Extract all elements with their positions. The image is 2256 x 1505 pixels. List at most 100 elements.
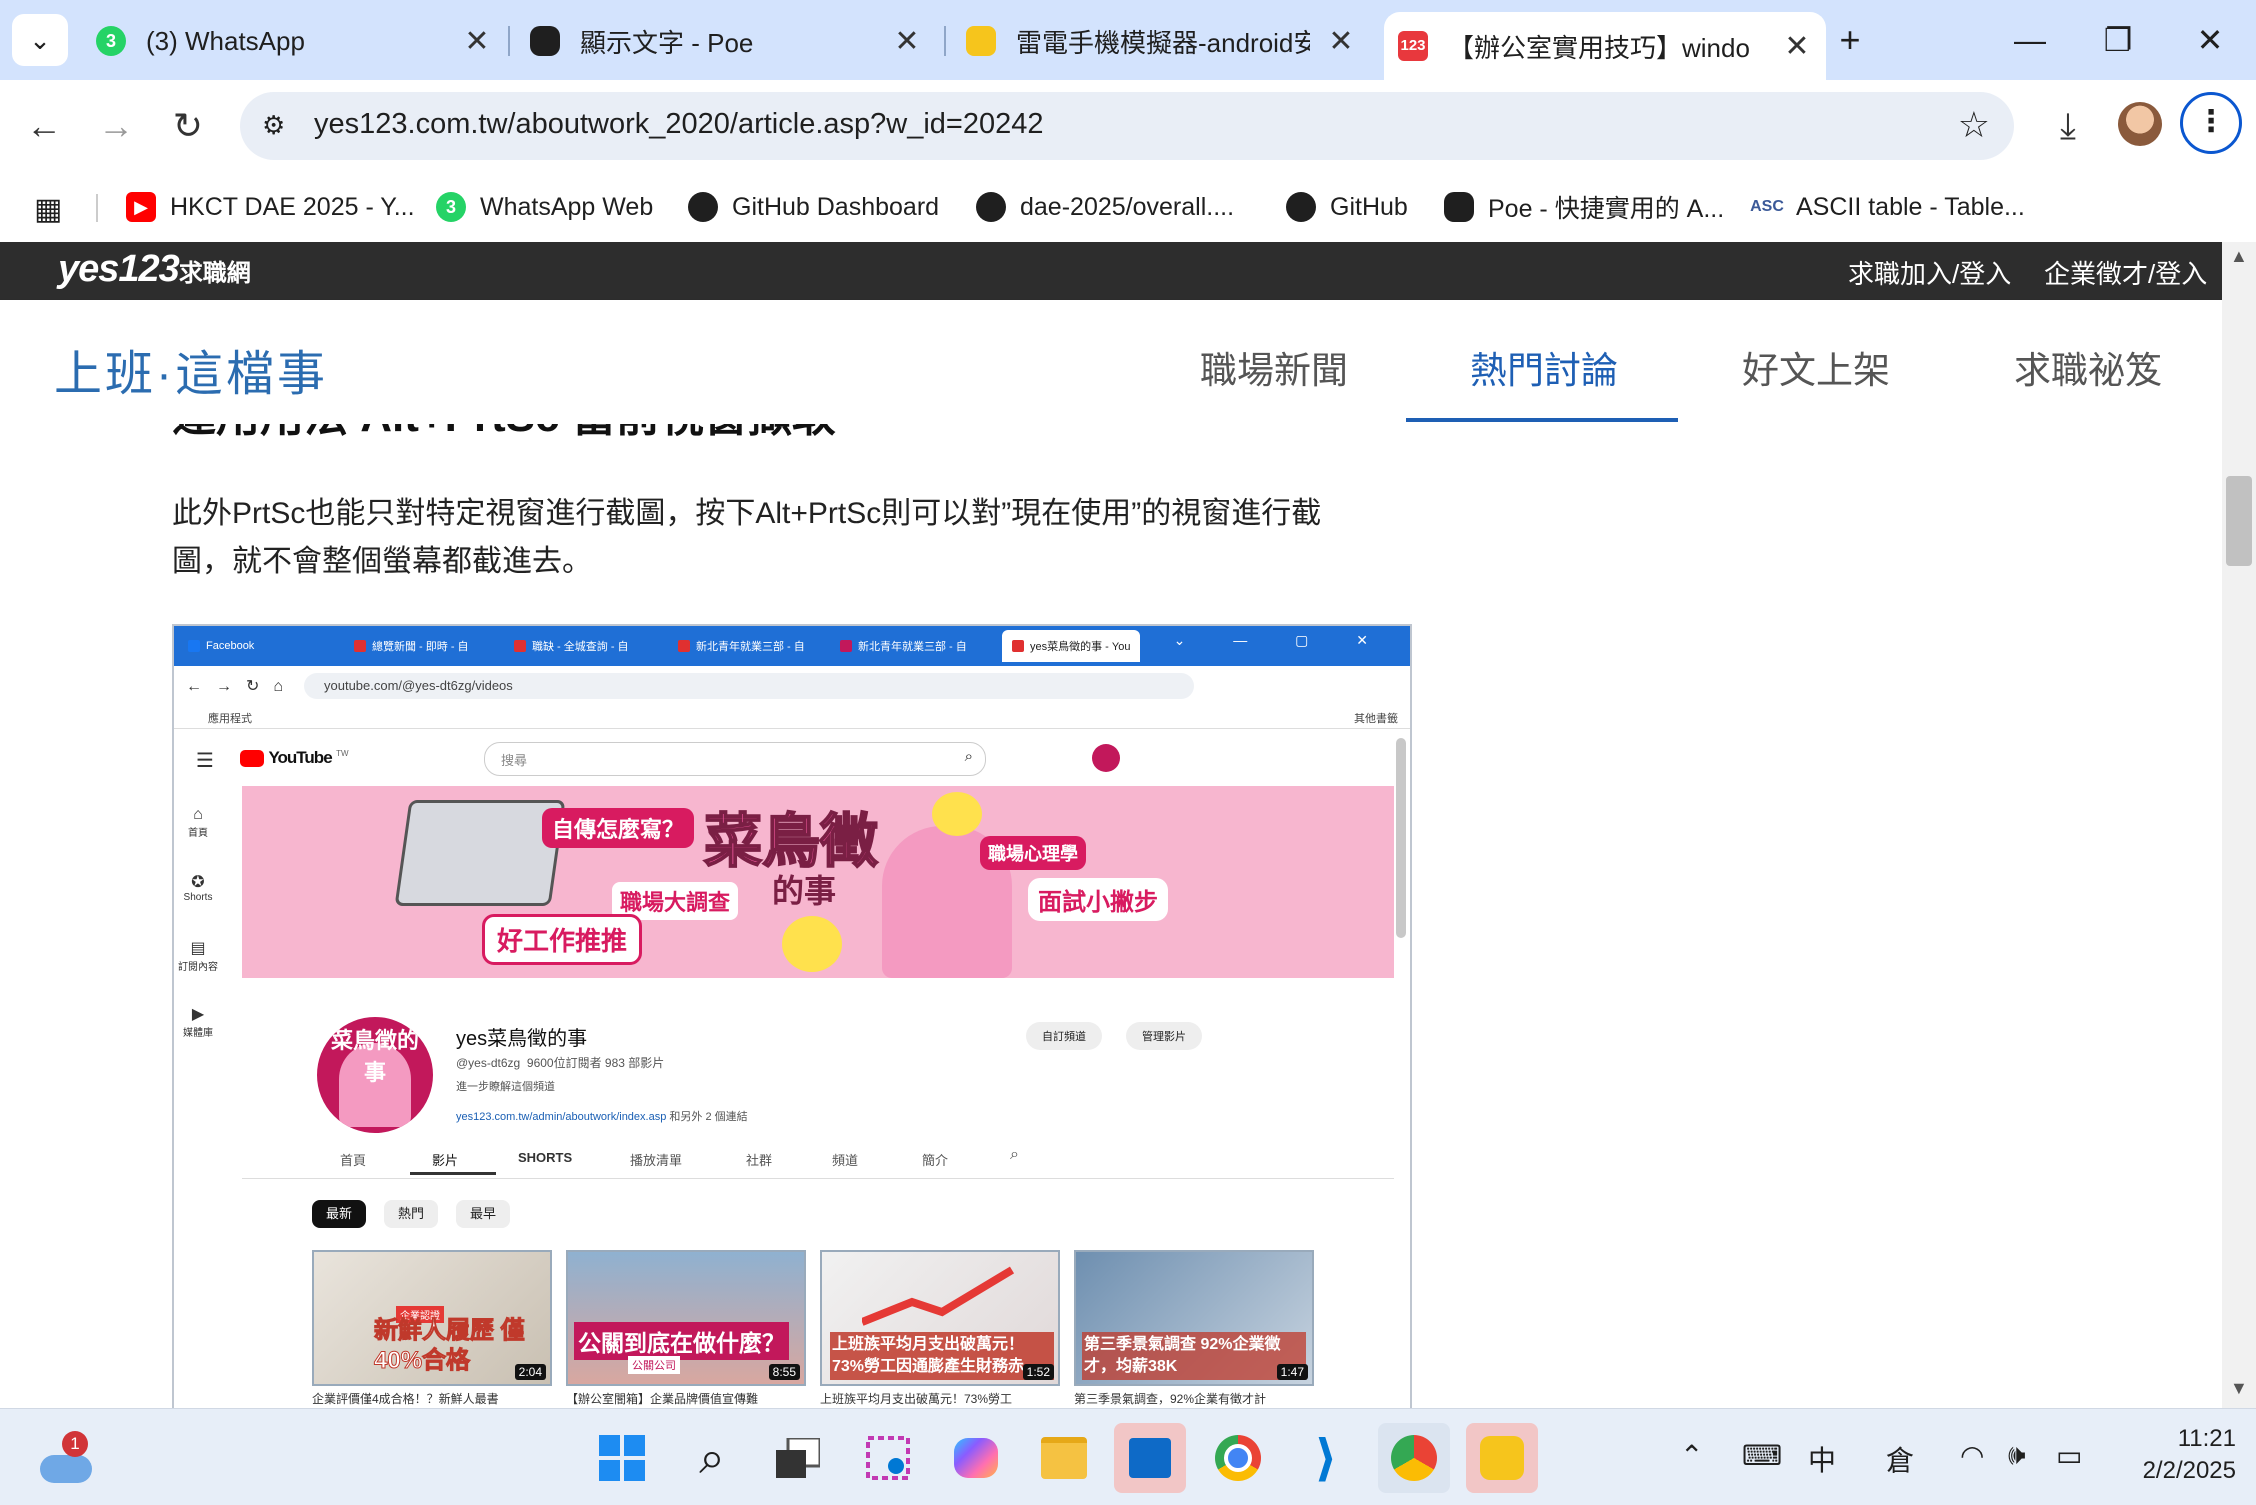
chrome-profile-icon	[1391, 1435, 1437, 1481]
ldplayer-icon	[966, 26, 996, 56]
vscode-icon: ⟩	[1314, 1430, 1338, 1486]
video-thumbnail: 第三季景氣調查 92%企業徵才，均薪38K 1:47	[1074, 1250, 1314, 1386]
site-nav: 上班·這檔事 職場新聞 熱門討論 好文上架 求職祕笈	[0, 300, 2222, 425]
copilot-icon	[954, 1438, 998, 1478]
show-hidden-icons[interactable]: ⌃	[1680, 1439, 1703, 1472]
whatsapp-icon: 3	[436, 192, 466, 222]
bookmarks-bar: ▦ ▶ HKCT DAE 2025 - Y... 3 WhatsApp Web …	[0, 172, 2256, 242]
chip-oldest: 最早	[456, 1200, 511, 1228]
nav-workplace-news[interactable]: 職場新聞	[1200, 340, 1348, 394]
menu-button[interactable]: ⋮	[2180, 92, 2242, 154]
screenshot-tabstrip: Facebook 總覽新聞 - 即時 - 自 職缺 - 全城查詢 - 自 新北青…	[174, 626, 1410, 666]
apps-grid-icon[interactable]: ▦	[34, 192, 62, 227]
site-logo[interactable]: yes123求職網	[58, 248, 251, 291]
channel-more: 進一步瞭解這個頻道	[456, 1081, 555, 1093]
ime-input-method[interactable]: 倉	[1886, 1439, 1914, 1479]
job-seeker-login-link[interactable]: 求職加入/登入	[1848, 254, 2011, 291]
screenshot-tab: 職缺 - 全城查詢 - 自	[514, 634, 629, 658]
video-caption: 【辦公室闇箱】企業品牌價值宣傳難	[566, 1392, 759, 1406]
bookmark-ascii[interactable]: ASC ASCII table - Table...	[1750, 184, 2025, 230]
download-icon[interactable]: ⤓	[2040, 98, 2096, 154]
close-icon[interactable]: ✕	[1326, 24, 1356, 59]
channel-avatar: 菜鳥徵的事	[314, 1014, 436, 1136]
tab-title: 雷電手機模擬器-android安	[1016, 27, 1310, 58]
volume-icon[interactable]: 🕪	[2008, 1439, 2026, 1472]
bookmark-hkct[interactable]: ▶ HKCT DAE 2025 - Y...	[126, 184, 415, 230]
bookmark-star-icon[interactable]: ☆	[1958, 104, 1990, 146]
snipping-tool-button[interactable]	[852, 1423, 924, 1493]
nav-good-articles[interactable]: 好文上架	[1742, 340, 1890, 394]
reload-button[interactable]: ↻	[160, 98, 216, 154]
store-icon	[1129, 1438, 1171, 1478]
tab-whatsapp[interactable]: 3 (3) WhatsApp ✕	[96, 12, 492, 70]
close-icon[interactable]: ✕	[462, 24, 492, 59]
new-tab-button[interactable]: +	[1826, 16, 1874, 64]
url-text[interactable]: yes123.com.tw/aboutwork_2020/article.asp…	[314, 108, 1044, 141]
address-bar[interactable]: ⚙ yes123.com.tw/aboutwork_2020/article.a…	[240, 92, 2014, 160]
bookmark-github-dashboard[interactable]: GitHub Dashboard	[688, 184, 939, 230]
site-settings-icon[interactable]: ⚙	[262, 110, 285, 141]
chrome-icon	[1215, 1435, 1261, 1481]
copilot-button[interactable]	[940, 1423, 1012, 1493]
search-button[interactable]: ⌕	[676, 1423, 748, 1493]
nav-hot-discussion[interactable]: 熱門討論	[1470, 340, 1618, 394]
scroll-up-arrow[interactable]: ▲	[2230, 246, 2248, 267]
employer-login-link[interactable]: 企業徵才/登入	[2044, 254, 2207, 291]
youtube-icon: ▶	[126, 192, 156, 222]
chrome-button[interactable]	[1202, 1423, 1274, 1493]
windows-logo-icon	[599, 1435, 645, 1481]
ldplayer-button[interactable]	[1466, 1423, 1538, 1493]
vscode-button[interactable]: ⟩	[1290, 1423, 1362, 1493]
chrome-profile-button[interactable]	[1378, 1423, 1450, 1493]
ime-mode[interactable]: 中	[1808, 1439, 1836, 1479]
section-heading: 運用用法 Alt+PrtSc 當前視窗擷取	[172, 424, 836, 444]
battery-icon[interactable]: ▭	[2056, 1439, 2082, 1472]
tab-search-button[interactable]: ⌄	[12, 14, 68, 66]
scroll-down-arrow[interactable]: ▼	[2230, 1378, 2248, 1399]
profile-avatar[interactable]	[2118, 102, 2162, 146]
tab-yes123[interactable]: 123 【辦公室實用技巧】windo ✕	[1384, 12, 1826, 80]
keyboard-icon[interactable]: ⌨	[1742, 1439, 1782, 1472]
bookmark-dae-2025[interactable]: dae-2025/overall....	[976, 184, 1234, 230]
brand-title[interactable]: 上班·這檔事	[54, 334, 328, 404]
youtube-search-box: 搜尋 ⌕	[484, 742, 986, 776]
clock[interactable]: 11:21 2/2/2025	[2116, 1423, 2236, 1487]
page-scrollbar[interactable]: ▲ ▼	[2222, 242, 2256, 1408]
tab-ldplayer[interactable]: 雷電手機模擬器-android安 ✕	[966, 12, 1356, 70]
video-thumbnail: 上班族平均月支出破萬元！ 73%勞工因通膨產生財務赤 1:52	[820, 1250, 1060, 1386]
restore-button[interactable]: ❐	[2088, 16, 2148, 64]
github-icon	[688, 192, 718, 222]
forward-button[interactable]: →	[88, 98, 144, 154]
bookmark-whatsapp[interactable]: 3 WhatsApp Web	[436, 184, 653, 230]
bookmark-poe[interactable]: Poe - 快捷實用的 A...	[1444, 184, 1724, 230]
scroll-thumb[interactable]	[2226, 476, 2252, 566]
store-button[interactable]	[1114, 1423, 1186, 1493]
video-thumbnail: 企業認證 新鮮人履歷 僅40%合格 2:04	[312, 1250, 552, 1386]
screenshot-tab: Facebook	[188, 634, 254, 658]
start-button[interactable]	[586, 1423, 658, 1493]
tab-poe[interactable]: 顯示文字 - Poe ✕	[530, 12, 922, 70]
channel-handle: @yes-dt6zg 9600位訂閱者 983 部影片	[456, 1056, 665, 1070]
close-icon[interactable]: ✕	[892, 24, 922, 59]
notification-badge: 1	[62, 1431, 88, 1457]
back-button[interactable]: ←	[16, 98, 72, 154]
yes123-icon: 123	[1398, 31, 1428, 61]
task-view-button[interactable]	[762, 1423, 834, 1493]
ldplayer-icon	[1480, 1436, 1524, 1480]
tab-title: (3) WhatsApp	[146, 25, 305, 56]
window-close-button[interactable]: ✕	[2180, 16, 2240, 64]
clock-date: 2/2/2025	[2142, 1457, 2236, 1484]
minimize-button[interactable]: —	[2000, 16, 2060, 64]
nav-job-tips[interactable]: 求職祕笈	[2014, 340, 2162, 394]
github-icon	[1286, 192, 1316, 222]
ascii-icon: ASC	[1750, 198, 1784, 215]
file-explorer-button[interactable]	[1028, 1423, 1100, 1493]
bookmark-github[interactable]: GitHub	[1286, 184, 1408, 230]
screenshot-bookmarks: 應用程式 其他書籤	[174, 706, 1410, 729]
wifi-icon[interactable]: ◠	[1960, 1439, 1984, 1472]
article-content: 運用用法 Alt+PrtSc 當前視窗擷取 此外PrtSc也能只對特定視窗進行截…	[0, 424, 2222, 1408]
weather-widget[interactable]: 1	[36, 1431, 96, 1491]
video-thumbnail: 公關到底在做什麼？ 公關公司 8:55	[566, 1250, 806, 1386]
poe-icon	[1444, 192, 1474, 222]
close-icon[interactable]: ✕	[1782, 29, 1812, 64]
